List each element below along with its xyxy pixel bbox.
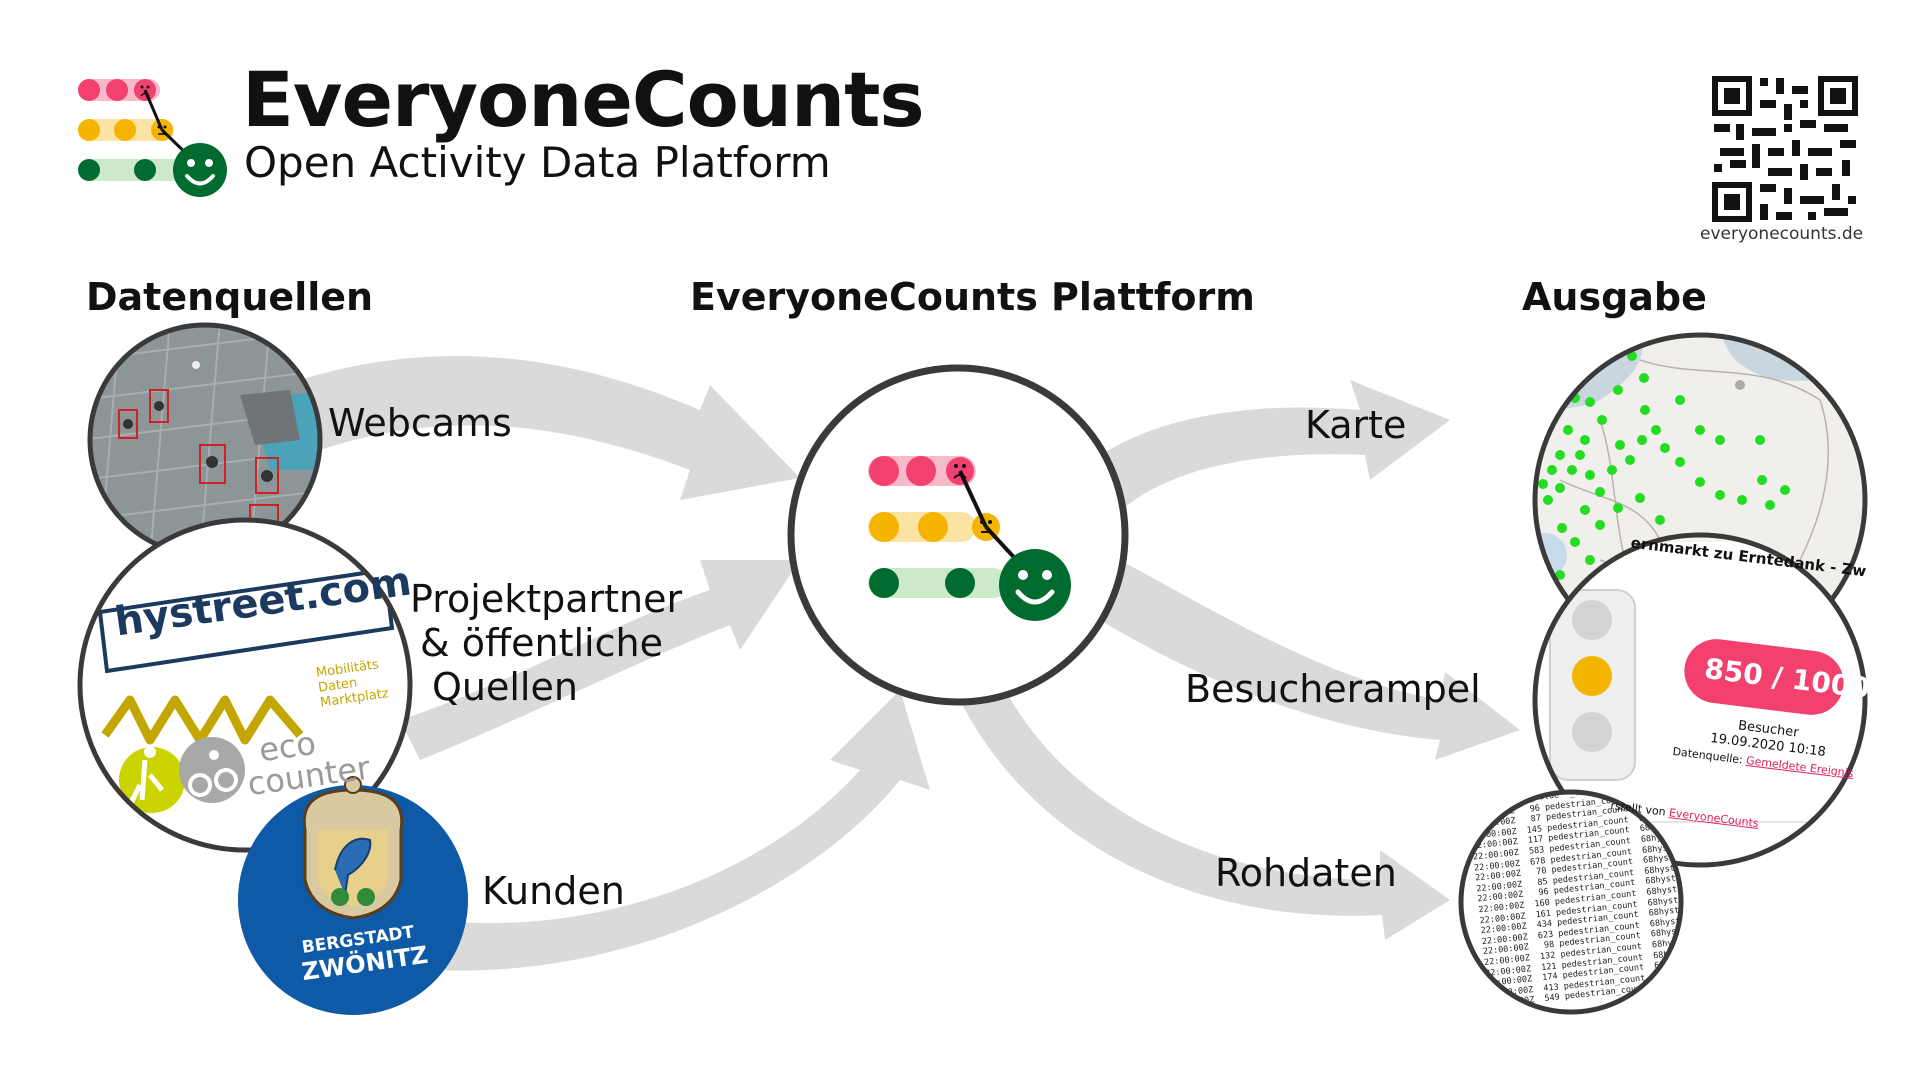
qr-caption[interactable]: everyonecounts.de — [1700, 224, 1863, 244]
mdm-logo-text: Mobilitäts Daten Marktplatz — [315, 657, 389, 711]
raw-data-rows: _value _field 22:00:00Z 96 pedestrian_cou… — [1467, 794, 1679, 1010]
heading-sources: Datenquellen — [86, 275, 374, 319]
app-title: EveryoneCounts — [242, 55, 925, 144]
arrow-customers — [430, 690, 930, 971]
arrow-map — [1080, 380, 1450, 520]
label-webcams: Webcams — [328, 401, 512, 445]
label-partners-line3: Quellen — [432, 665, 578, 709]
heading-output: Ausgabe — [1522, 275, 1707, 319]
heading-platform: EveryoneCounts Plattform — [690, 275, 1255, 319]
raw-data-table: _value _field 22:00:00Z 96 pedestrian_cou… — [1463, 794, 1679, 1010]
arrow-traffic — [1100, 560, 1520, 760]
label-customers: Kunden — [482, 869, 625, 913]
eco-counter-logo-text: eco counter — [241, 720, 372, 803]
app-subtitle: Open Activity Data Platform — [244, 138, 831, 187]
qr-code — [1712, 76, 1858, 222]
label-map: Karte — [1305, 403, 1407, 447]
label-partners-line2: & öffentliche — [420, 621, 663, 665]
label-partners-line1: Projektpartner — [410, 577, 683, 621]
label-raw-data: Rohdaten — [1215, 851, 1397, 895]
label-traffic-light: Besucherampel — [1185, 667, 1481, 711]
header-logo — [78, 79, 227, 197]
